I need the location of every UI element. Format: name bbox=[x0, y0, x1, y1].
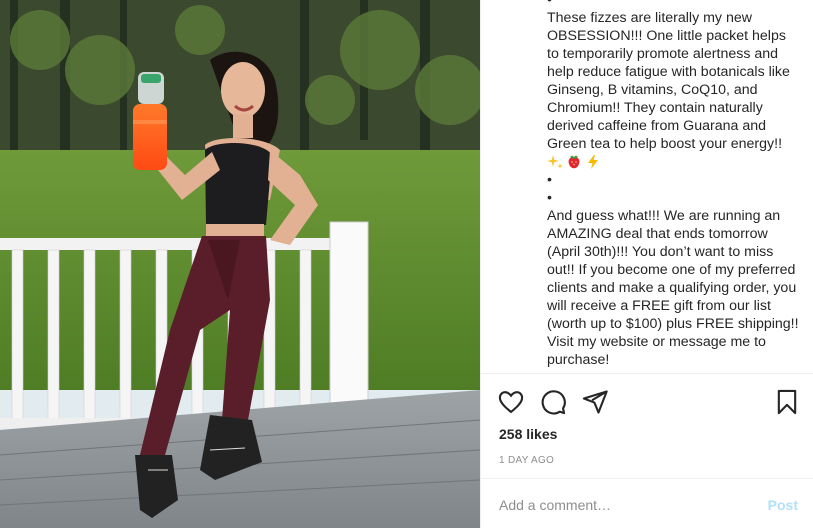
comment-icon[interactable] bbox=[539, 388, 567, 416]
likes-count[interactable]: 258 likes bbox=[499, 426, 557, 442]
share-icon[interactable] bbox=[581, 388, 609, 416]
sparkles-icon bbox=[547, 155, 563, 169]
strawberry-icon bbox=[568, 155, 580, 169]
emoji-row bbox=[547, 153, 799, 171]
heart-icon[interactable] bbox=[497, 388, 525, 416]
drink-bottle bbox=[133, 72, 167, 170]
bookmark-icon[interactable] bbox=[773, 388, 801, 416]
comment-input[interactable]: Add a comment… bbox=[499, 497, 749, 513]
action-bar bbox=[497, 388, 803, 416]
caption-bullet: • bbox=[547, 172, 552, 188]
caption-paragraph-2: And guess what!!! We are running an AMAZ… bbox=[547, 208, 799, 368]
post-comment-button[interactable]: Post bbox=[768, 497, 798, 513]
caption-bullet: • bbox=[547, 0, 552, 8]
divider bbox=[481, 373, 813, 374]
post-timestamp[interactable]: 1 DAY AGO bbox=[499, 455, 554, 466]
post-photo[interactable] bbox=[0, 0, 480, 528]
divider bbox=[481, 478, 813, 479]
high-voltage-icon bbox=[588, 155, 598, 169]
caption-paragraph-1: These fizzes are literally my new OBSESS… bbox=[547, 10, 790, 152]
caption-bullet: • bbox=[547, 190, 552, 206]
post-sidebar: • These fizzes are literally my new OBSE… bbox=[480, 0, 813, 528]
post-caption: • These fizzes are literally my new OBSE… bbox=[547, 0, 799, 372]
